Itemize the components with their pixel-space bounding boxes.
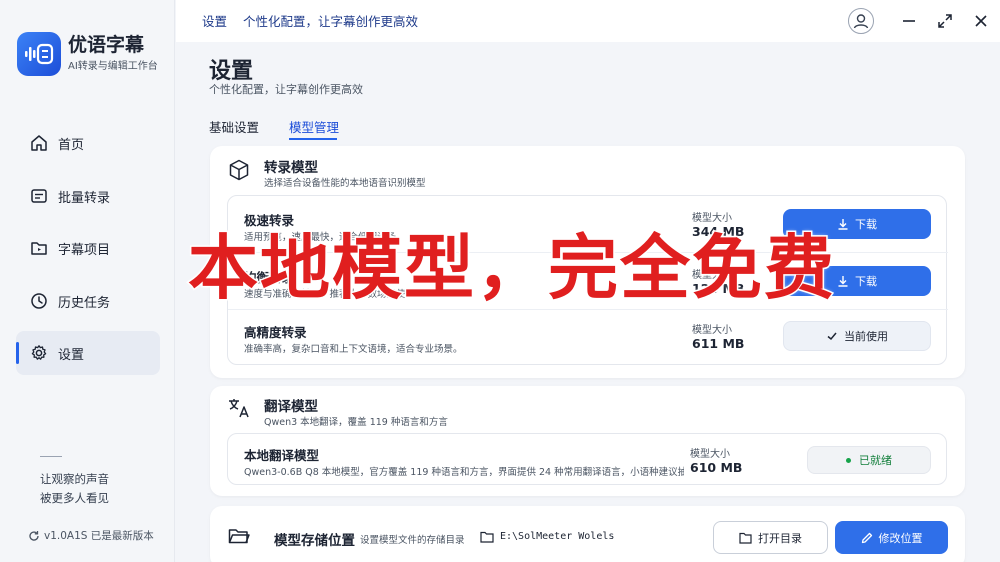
top-bar: 设置 个性化配置，让字幕创作更高效: [176, 0, 1000, 42]
minimize-icon: [903, 20, 915, 22]
expand-icon: [938, 14, 952, 28]
list-item: 本地翻译模型 Qwen3-0.6B Q8 本地模型，官方覆盖 119 种语言和方…: [228, 434, 948, 486]
sidebar-item-label: 设置: [58, 348, 85, 363]
user-icon: [853, 14, 869, 29]
tab-basic-settings[interactable]: 基础设置: [209, 117, 259, 136]
app-subtitle: AI转录与编辑工作台: [68, 61, 158, 72]
minimize-button[interactable]: [898, 10, 920, 32]
card-desc: 选择适合设备性能的本地语音识别模型: [264, 178, 426, 189]
sidebar-item-label: 历史任务: [58, 296, 111, 311]
change-location-button[interactable]: 修改位置: [835, 521, 948, 554]
app-logo: [17, 32, 61, 76]
batch-icon: [31, 189, 47, 203]
sidebar-item-home[interactable]: 首页: [16, 121, 160, 165]
model-size: 610 MB: [690, 460, 743, 475]
card-title: 翻译模型: [264, 399, 318, 415]
logo-mark-icon: [25, 43, 54, 65]
folder-icon: [31, 242, 47, 255]
translate-model-card: 翻译模型 Qwen3 本地翻译，覆盖 119 种语言和方言 本地翻译模型 Qwe…: [210, 386, 965, 496]
folder-small-icon: [480, 531, 494, 543]
breadcrumb: 设置 个性化配置，让字幕创作更高效: [202, 11, 418, 30]
model-desc: 准确率高，复杂口音和上下文语境，适合专业场景。: [244, 344, 463, 355]
sidebar-item-projects[interactable]: 字幕项目: [16, 226, 160, 270]
in-use-button[interactable]: 当前使用: [783, 321, 931, 351]
tab-model-management[interactable]: 模型管理: [289, 117, 339, 136]
promo-overlay-text: 本地模型，完全免费: [187, 226, 836, 311]
folder-icon: [739, 532, 752, 544]
sidebar-item-settings[interactable]: 设置: [16, 331, 160, 375]
clock-icon: [31, 293, 47, 309]
card-title: 转录模型: [264, 160, 318, 176]
app-name: 优语字幕: [68, 34, 145, 56]
sidebar-item-label: 首页: [58, 138, 85, 153]
card-desc: 设置模型文件的存储目录: [360, 535, 465, 546]
translate-model-list: 本地翻译模型 Qwen3-0.6B Q8 本地模型，官方覆盖 119 种语言和方…: [227, 433, 947, 485]
model-name: 高精度转录: [244, 325, 307, 340]
check-icon: [827, 332, 837, 341]
edit-icon: [861, 532, 872, 543]
close-icon: [975, 15, 987, 27]
card-title: 模型存储位置: [274, 533, 355, 549]
storage-path: E:\SolMeeter Wolels: [500, 531, 615, 542]
ready-status-badge: 已就绪: [807, 446, 931, 474]
breadcrumb-desc: 个性化配置，让字幕创作更高效: [243, 14, 419, 29]
slogan-line-1: 让观察的声音: [40, 472, 109, 486]
sidebar-item-history[interactable]: 历史任务: [16, 279, 160, 323]
card-desc: Qwen3 本地翻译，覆盖 119 种语言和方言: [264, 417, 448, 428]
model-storage-card: 模型存储位置 设置模型文件的存储目录 E:\SolMeeter Wolels 打…: [210, 506, 965, 562]
active-tab-indicator: [289, 138, 337, 140]
gear-icon: [31, 345, 47, 360]
page-subtitle: 个性化配置，让字幕创作更高效: [209, 83, 363, 96]
model-desc: Qwen3-0.6B Q8 本地模型，官方覆盖 119 种语言和方言，界面提供 …: [244, 467, 684, 478]
size-label: 模型大小: [690, 449, 730, 460]
version-status: v1.0A1S 已是最新版本: [28, 528, 154, 543]
size-label: 模型大小: [692, 325, 732, 336]
model-size: 611 MB: [692, 336, 745, 351]
sidebar-item-label: 批量转录: [58, 191, 111, 206]
slogan-line-2: 被更多人看见: [40, 491, 109, 505]
home-icon: [31, 135, 47, 151]
status-dot: [846, 457, 851, 463]
sidebar-divider: [40, 456, 62, 457]
user-avatar-button[interactable]: [848, 8, 874, 34]
sidebar: 优语字幕 AI转录与编辑工作台 首页 批量转录 字幕项目 历史任务 设置 让观察…: [0, 0, 175, 562]
maximize-button[interactable]: [934, 10, 956, 32]
version-text: v1.0A1S 已是最新版本: [44, 530, 154, 542]
translate-icon: [229, 399, 249, 418]
cube-icon: [229, 159, 249, 181]
open-directory-button[interactable]: 打开目录: [713, 521, 828, 554]
list-item: 高精度转录 准确率高，复杂口音和上下文语境，适合专业场景。 模型大小 611 M…: [228, 310, 948, 366]
refresh-icon: [29, 530, 39, 541]
breadcrumb-section: 设置: [202, 14, 228, 29]
folder-open-icon: [228, 529, 250, 544]
close-button[interactable]: [970, 10, 992, 32]
sidebar-item-batch[interactable]: 批量转录: [16, 174, 160, 218]
sidebar-item-label: 字幕项目: [58, 243, 111, 258]
model-name: 本地翻译模型: [244, 448, 320, 463]
